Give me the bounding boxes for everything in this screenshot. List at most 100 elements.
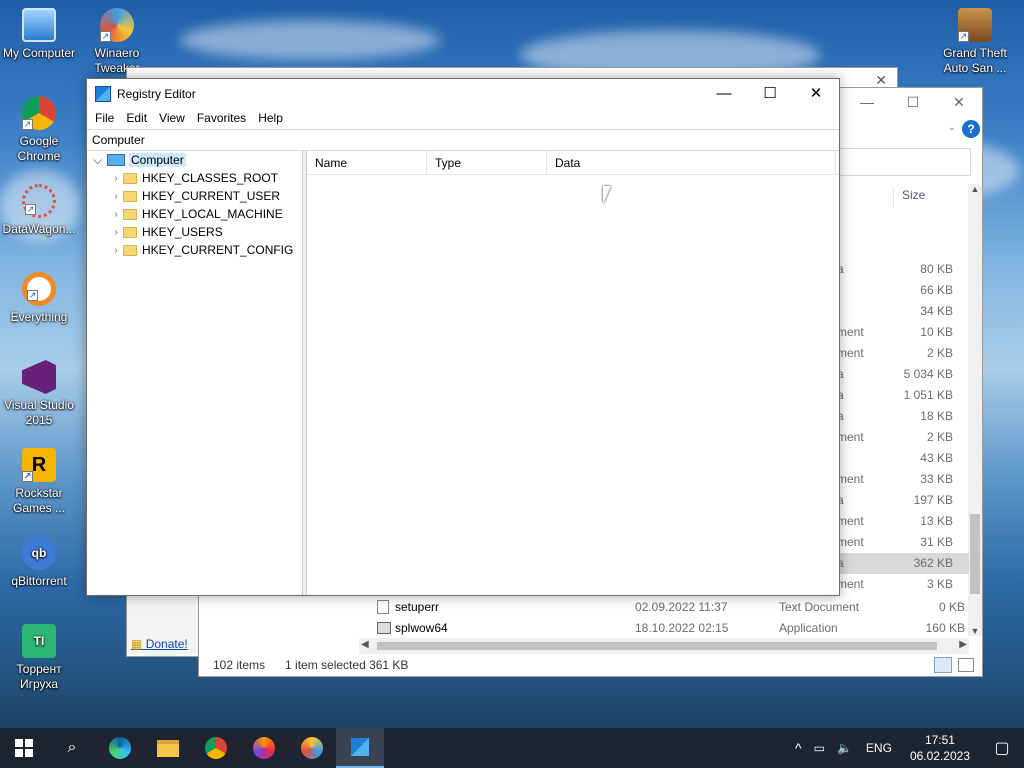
taskbar-edge[interactable] [96, 728, 144, 768]
desktop-icon-qbittorrent[interactable]: qb qBittorrent [0, 536, 78, 589]
maximize-button[interactable]: ☐ [747, 79, 793, 109]
tree-item-hkcc[interactable]: › HKEY_CURRENT_CONFIG [87, 241, 302, 259]
chevron-down-icon[interactable]: ▼ [968, 626, 982, 636]
tree-item-label: HKEY_USERS [142, 225, 223, 239]
firefox-icon [253, 737, 275, 759]
taskbar-firefox[interactable] [240, 728, 288, 768]
tree-item-label: HKEY_CURRENT_USER [142, 189, 281, 203]
taskbar-winaero[interactable] [288, 728, 336, 768]
taskbar-registry-editor[interactable] [336, 728, 384, 768]
chevron-down-icon[interactable]: ⌄ [948, 122, 956, 133]
file-size: 2 KB [926, 346, 953, 360]
desktop-icon-torrent-igruha[interactable]: TI Торрент Игруха [0, 624, 78, 692]
chevron-right-icon[interactable]: › [109, 245, 123, 256]
status-selection: 1 item selected 361 KB [285, 658, 409, 672]
chevron-right-icon[interactable]: › [109, 209, 123, 220]
text-file-icon [377, 599, 389, 614]
torrent-igruha-icon: TI [22, 624, 56, 658]
column-headers: Name Type Data [307, 151, 839, 175]
chevron-right-icon[interactable]: › [109, 227, 123, 238]
desktop-icon-rockstar[interactable]: R ↗ Rockstar Games ... [0, 448, 78, 516]
table-row[interactable]: splwow64 18.10.2022 02:15 Application 16… [377, 617, 969, 638]
search-input[interactable] [839, 148, 971, 176]
chevron-down-icon[interactable]: ⌵ [93, 153, 107, 168]
minimize-button[interactable]: — [701, 79, 747, 109]
menu-file[interactable]: File [89, 109, 120, 129]
datawagon-icon: ↗ [22, 184, 56, 218]
table-row[interactable]: setuperr 02.09.2022 11:37 Text Document … [377, 596, 969, 617]
printer-app-icon [377, 621, 391, 634]
minimize-button[interactable]: — [844, 88, 890, 116]
address-bar[interactable]: Computer [87, 129, 839, 151]
file-date: 18.10.2022 02:15 [635, 620, 729, 635]
network-icon[interactable]: ▭ [808, 741, 831, 755]
folder-icon [123, 208, 137, 220]
search-button[interactable]: ⌕ [48, 728, 96, 768]
chrome-icon [205, 737, 227, 759]
column-header-name[interactable]: Name [307, 151, 427, 174]
file-size: 197 KB [913, 493, 953, 507]
chevron-right-icon[interactable]: › [109, 173, 123, 184]
column-header-data[interactable]: Data [547, 151, 836, 174]
desktop-icon-my-computer[interactable]: My Computer [0, 8, 78, 61]
tree-item-hklm[interactable]: › HKEY_LOCAL_MACHINE [87, 205, 302, 223]
file-size: 5 034 KB [903, 367, 953, 381]
large-icons-view-icon[interactable] [958, 658, 974, 672]
chevron-left-icon[interactable]: ◀ [361, 639, 369, 650]
taskbar-chrome[interactable] [192, 728, 240, 768]
desktop-icon-label: qBittorrent [11, 574, 67, 588]
desktop-icon-visual-studio[interactable]: Visual Studio 2015 [0, 360, 78, 428]
desktop-icon-label: Торрент Игруха [16, 662, 62, 691]
edge-icon [109, 737, 131, 759]
start-button[interactable] [0, 728, 48, 768]
file-size: 160 KB [925, 620, 965, 635]
menu-favorites[interactable]: Favorites [191, 109, 252, 129]
file-size: 362 KB [913, 556, 953, 570]
donate-link[interactable]: ▦ Donate! [131, 637, 188, 651]
tree-item-label: HKEY_CURRENT_CONFIG [142, 243, 294, 257]
maximize-button[interactable]: ☐ [890, 88, 936, 116]
chevron-up-icon[interactable]: ^ [789, 740, 808, 756]
close-button[interactable]: ✕ [793, 79, 839, 109]
file-name: setuperr [395, 599, 440, 614]
tree-item-hkcu[interactable]: › HKEY_CURRENT_USER [87, 187, 302, 205]
file-size: 18 KB [920, 409, 953, 423]
close-button[interactable]: ✕ [936, 88, 982, 116]
monitor-icon [22, 8, 56, 42]
chevron-up-icon[interactable]: ▲ [968, 184, 982, 194]
chevron-right-icon[interactable]: ▶ [959, 639, 967, 650]
language-indicator[interactable]: ENG [858, 741, 900, 755]
desktop-icon-winaero-tweaker[interactable]: ↗ Winaero Tweaker [78, 8, 156, 76]
menu-view[interactable]: View [153, 109, 191, 129]
tree-item-computer[interactable]: ⌵ Computer [87, 151, 302, 169]
horizontal-scrollbar[interactable]: ◀ ▶ [359, 638, 969, 654]
registry-editor-window[interactable]: Registry Editor — ☐ ✕ File Edit View Fav… [86, 78, 840, 596]
folder-icon [123, 244, 137, 256]
scrollbar-thumb[interactable] [377, 642, 937, 650]
scrollbar-thumb[interactable] [970, 514, 980, 594]
desktop-icon-google-chrome[interactable]: ↗ Google Chrome [0, 96, 78, 164]
search-icon: ⌕ [67, 739, 77, 756]
menu-help[interactable]: Help [252, 109, 289, 129]
volume-icon[interactable]: 🔈 [831, 741, 858, 755]
desktop-icon-gta-san-andreas[interactable]: ↗ Grand Theft Auto San ... [936, 8, 1014, 76]
notifications-icon[interactable]: ▢ [980, 738, 1024, 758]
chevron-right-icon[interactable]: › [109, 191, 123, 202]
desktop-icon-datawagon[interactable]: ↗ DataWagon... [0, 184, 78, 237]
file-type: Text Document [779, 599, 860, 614]
desktop-icon-everything[interactable]: ↗ Everything [0, 272, 78, 325]
desktop-icon-label: My Computer [2, 46, 76, 60]
tree-item-hkcr[interactable]: › HKEY_CLASSES_ROOT [87, 169, 302, 187]
values-list[interactable]: Name Type Data [307, 151, 839, 595]
clock[interactable]: 17:51 06.02.2023 [900, 732, 980, 764]
tree-item-hku[interactable]: › HKEY_USERS [87, 223, 302, 241]
column-header-size[interactable]: Size [893, 188, 925, 208]
help-icon[interactable]: ? [962, 120, 980, 138]
system-tray: ^ ▭ 🔈 ENG 17:51 06.02.2023 ▢ [789, 728, 1024, 768]
details-view-icon[interactable] [934, 657, 952, 673]
menu-edit[interactable]: Edit [120, 109, 153, 129]
taskbar-file-explorer[interactable] [144, 728, 192, 768]
vertical-scrollbar[interactable]: ▲ ▼ [968, 184, 982, 636]
registry-tree[interactable]: ⌵ Computer › HKEY_CLASSES_ROOT › HKEY_CU… [87, 151, 303, 595]
column-header-type[interactable]: Type [427, 151, 547, 174]
